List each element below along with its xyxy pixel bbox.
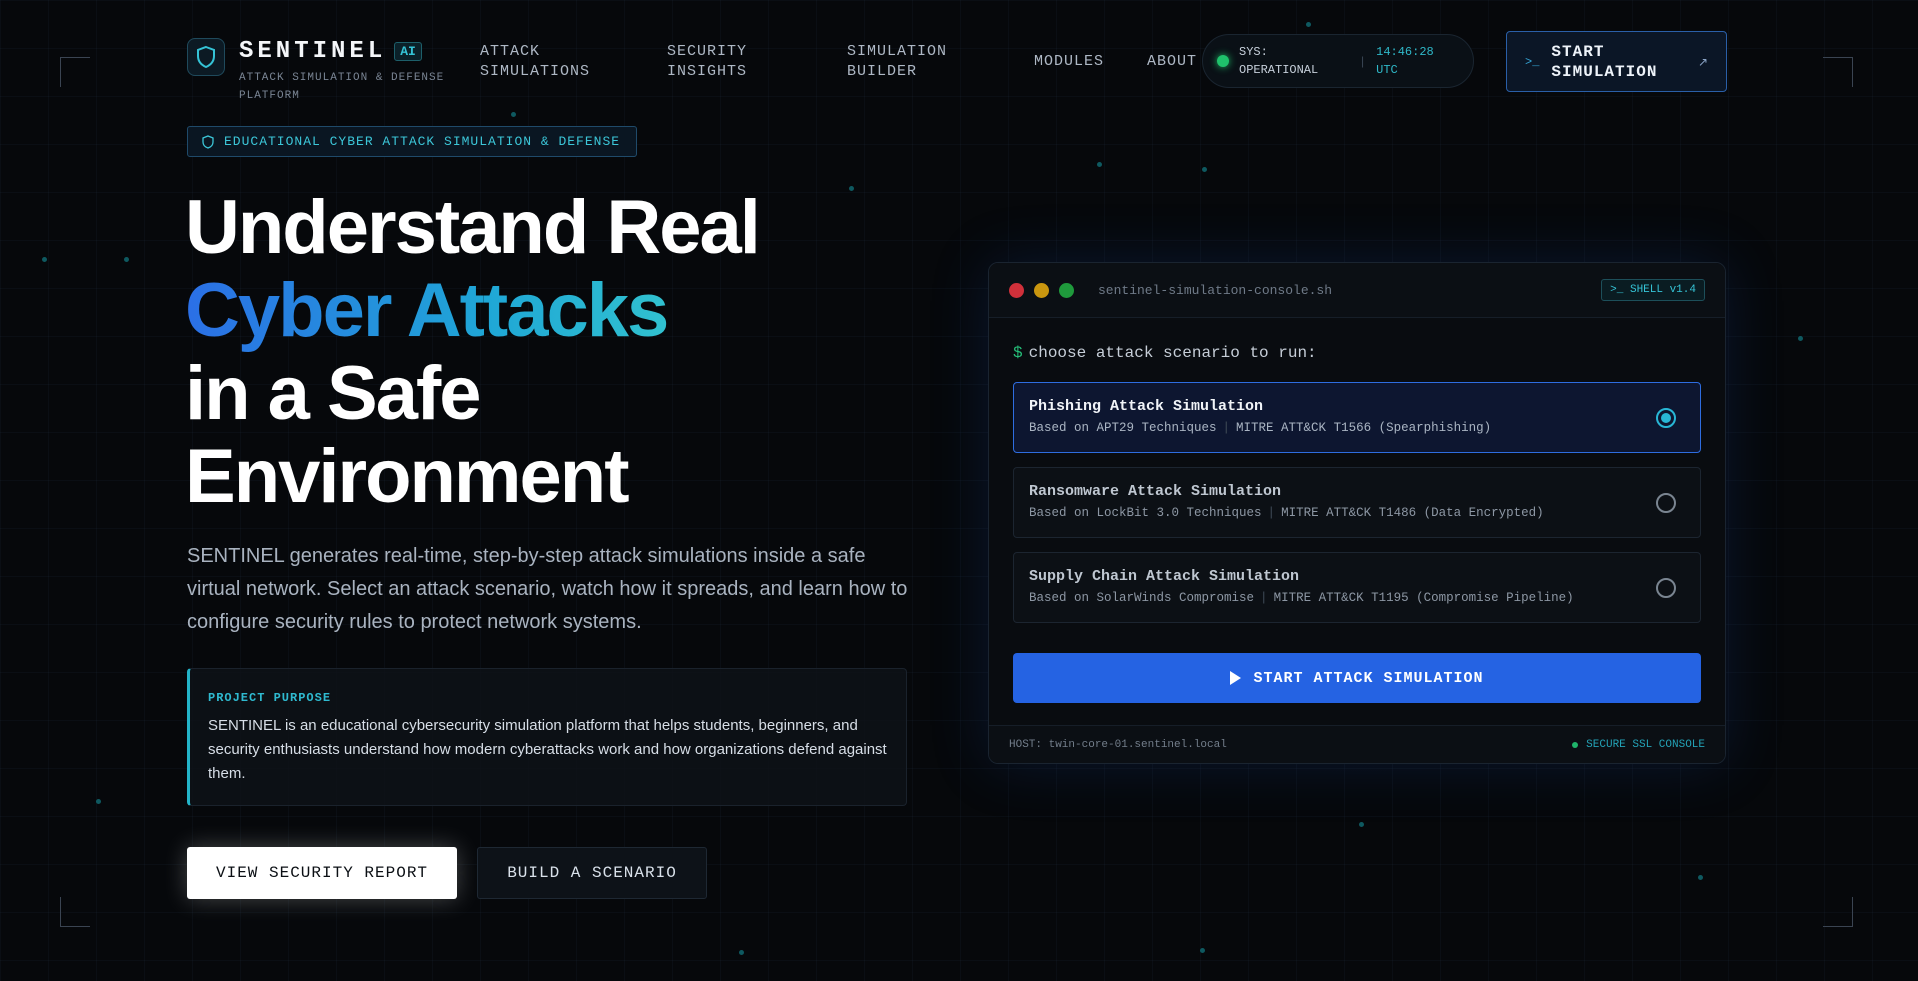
play-icon bbox=[1230, 671, 1242, 685]
logo[interactable]: SENTINEL AI ATTACK SIMULATION & DEFENSE … bbox=[187, 38, 469, 105]
secure-dot-icon bbox=[1572, 741, 1579, 748]
frame-corner bbox=[60, 897, 90, 927]
scenario-description: Based on LockBit 3.0 Techniques | MITRE AT… bbox=[1029, 506, 1544, 520]
console-prompt: $ choose attack scenario to run: bbox=[1013, 344, 1701, 362]
ai-badge: AI bbox=[394, 42, 422, 61]
particle bbox=[1798, 336, 1803, 341]
run-button-label: START ATTACK SIMULATION bbox=[1253, 669, 1484, 687]
headline-highlight: Cyber Attacks bbox=[185, 269, 945, 352]
scenario-mitre: MITRE ATT&CK T1195 (Compromise Pipeline) bbox=[1273, 591, 1574, 605]
project-purpose-card: PROJECT PURPOSE SENTINEL is an education… bbox=[187, 668, 907, 806]
frame-corner bbox=[1823, 897, 1853, 927]
nav-modules[interactable]: MODULES bbox=[1034, 52, 1104, 72]
system-status: SYS: OPERATIONAL | 14:46:28 UTC bbox=[1202, 34, 1474, 88]
nav-security-insights[interactable]: SECURITY INSIGHTS bbox=[667, 42, 777, 82]
hero-headline: Understand Real Cyber Attacks in a Safe … bbox=[185, 186, 945, 518]
scenario-mitre: MITRE ATT&CK T1566 (Spearphishing) bbox=[1236, 421, 1492, 435]
scenario-option-ransomware[interactable]: Ransomware Attack Simulation Based on Lo… bbox=[1013, 467, 1701, 538]
start-attack-simulation-button[interactable]: START ATTACK SIMULATION bbox=[1013, 653, 1701, 703]
particle bbox=[1202, 167, 1207, 172]
console-host: HOST: twin-core-01.sentinel.local bbox=[1009, 738, 1227, 751]
purpose-label: PROJECT PURPOSE bbox=[208, 691, 332, 705]
radio-unselected[interactable] bbox=[1656, 493, 1676, 513]
simulation-console: sentinel-simulation-console.sh >_ SHELL … bbox=[988, 262, 1726, 764]
scenario-description: Based on APT29 Techniques | MITRE ATT&CK T… bbox=[1029, 421, 1492, 435]
hero-tag: EDUCATIONAL CYBER ATTACK SIMULATION & DE… bbox=[187, 126, 637, 157]
terminal-icon: >_ bbox=[1525, 54, 1540, 69]
frame-corner bbox=[60, 57, 90, 87]
console-filename: sentinel-simulation-console.sh bbox=[1098, 282, 1333, 298]
view-security-report-button[interactable]: VIEW SECURITY REPORT bbox=[187, 847, 457, 899]
shell-version-badge: >_ SHELL v1.4 bbox=[1601, 279, 1705, 301]
shield-icon bbox=[187, 38, 225, 76]
frame-corner bbox=[1823, 57, 1853, 87]
prompt-text: choose attack scenario to run: bbox=[1028, 344, 1317, 362]
particle bbox=[1097, 162, 1102, 167]
scenario-option-phishing[interactable]: Phishing Attack Simulation Based on APT2… bbox=[1013, 382, 1701, 453]
brand-subtitle: ATTACK SIMULATION & DEFENSE PLATFORM bbox=[239, 72, 445, 102]
prompt-symbol: $ bbox=[1013, 344, 1023, 362]
console-body: $ choose attack scenario to run: Phishing… bbox=[989, 318, 1725, 703]
scenario-title: Ransomware Attack Simulation bbox=[1029, 483, 1282, 500]
purpose-text: SENTINEL is an educational cybersecurity… bbox=[208, 717, 887, 782]
radio-selected[interactable] bbox=[1656, 408, 1676, 428]
arrow-up-right-icon: ↗ bbox=[1697, 54, 1708, 69]
top-header: SENTINEL AI ATTACK SIMULATION & DEFENSE … bbox=[187, 30, 1727, 102]
shield-outline-icon bbox=[202, 134, 214, 149]
particle bbox=[1306, 22, 1311, 27]
status-time: 14:46:28 UTC bbox=[1376, 45, 1434, 77]
particle bbox=[42, 257, 47, 262]
particle bbox=[511, 112, 516, 117]
headline-line-1: Understand Real bbox=[185, 185, 761, 270]
scenario-basis: Based on APT29 Techniques bbox=[1029, 421, 1217, 435]
hero-tag-text: EDUCATIONAL CYBER ATTACK SIMULATION & DE… bbox=[224, 134, 621, 149]
build-scenario-button[interactable]: BUILD A SCENARIO bbox=[477, 847, 707, 899]
scenario-title: Supply Chain Attack Simulation bbox=[1029, 568, 1300, 585]
status-separator: | bbox=[1361, 54, 1365, 68]
start-simulation-button[interactable]: >_ START SIMULATION ↗ bbox=[1506, 31, 1727, 92]
particle bbox=[1200, 948, 1205, 953]
brand-name: SENTINEL bbox=[239, 38, 387, 65]
status-indicator-icon bbox=[1217, 55, 1229, 67]
particle bbox=[1359, 822, 1364, 827]
minimize-dot-icon bbox=[1034, 282, 1049, 298]
scenario-basis: Based on SolarWinds Compromise bbox=[1029, 591, 1255, 605]
status-label: SYS: OPERATIONAL bbox=[1239, 45, 1319, 77]
headline-line-3: in a Safe bbox=[185, 351, 482, 436]
scenario-description: Based on SolarWinds Compromise | MITRE ATT… bbox=[1029, 591, 1574, 605]
nav-about[interactable]: ABOUT bbox=[1147, 52, 1197, 72]
scenario-basis: Based on LockBit 3.0 Techniques bbox=[1029, 506, 1262, 520]
console-footer: HOST: twin-core-01.sentinel.local SECURE… bbox=[989, 725, 1725, 763]
nav-attack-simulations[interactable]: ATTACK SIMULATIONS bbox=[480, 42, 610, 82]
hero-description: SENTINEL generates real-time, step-by-st… bbox=[187, 545, 908, 633]
console-titlebar: sentinel-simulation-console.sh >_ SHELL … bbox=[989, 263, 1725, 318]
maximize-dot-icon bbox=[1059, 282, 1074, 298]
particle bbox=[96, 799, 101, 804]
nav-simulation-builder[interactable]: SIMULATION BUILDER bbox=[847, 42, 977, 82]
radio-unselected[interactable] bbox=[1656, 578, 1676, 598]
particle bbox=[1698, 875, 1703, 880]
scenario-mitre: MITRE ATT&CK T1486 (Data Encrypted) bbox=[1281, 506, 1544, 520]
start-simulation-label: START SIMULATION bbox=[1551, 42, 1658, 81]
headline-line-4: Environment bbox=[185, 434, 630, 519]
secure-label: SECURE SSL CONSOLE bbox=[1586, 738, 1705, 751]
particle bbox=[739, 950, 744, 955]
close-dot-icon bbox=[1009, 282, 1024, 298]
particle bbox=[124, 257, 129, 262]
scenario-option-supply-chain[interactable]: Supply Chain Attack Simulation Based on … bbox=[1013, 552, 1701, 623]
scenario-title: Phishing Attack Simulation bbox=[1029, 398, 1264, 415]
secure-console-status: SECURE SSL CONSOLE bbox=[1572, 739, 1705, 751]
